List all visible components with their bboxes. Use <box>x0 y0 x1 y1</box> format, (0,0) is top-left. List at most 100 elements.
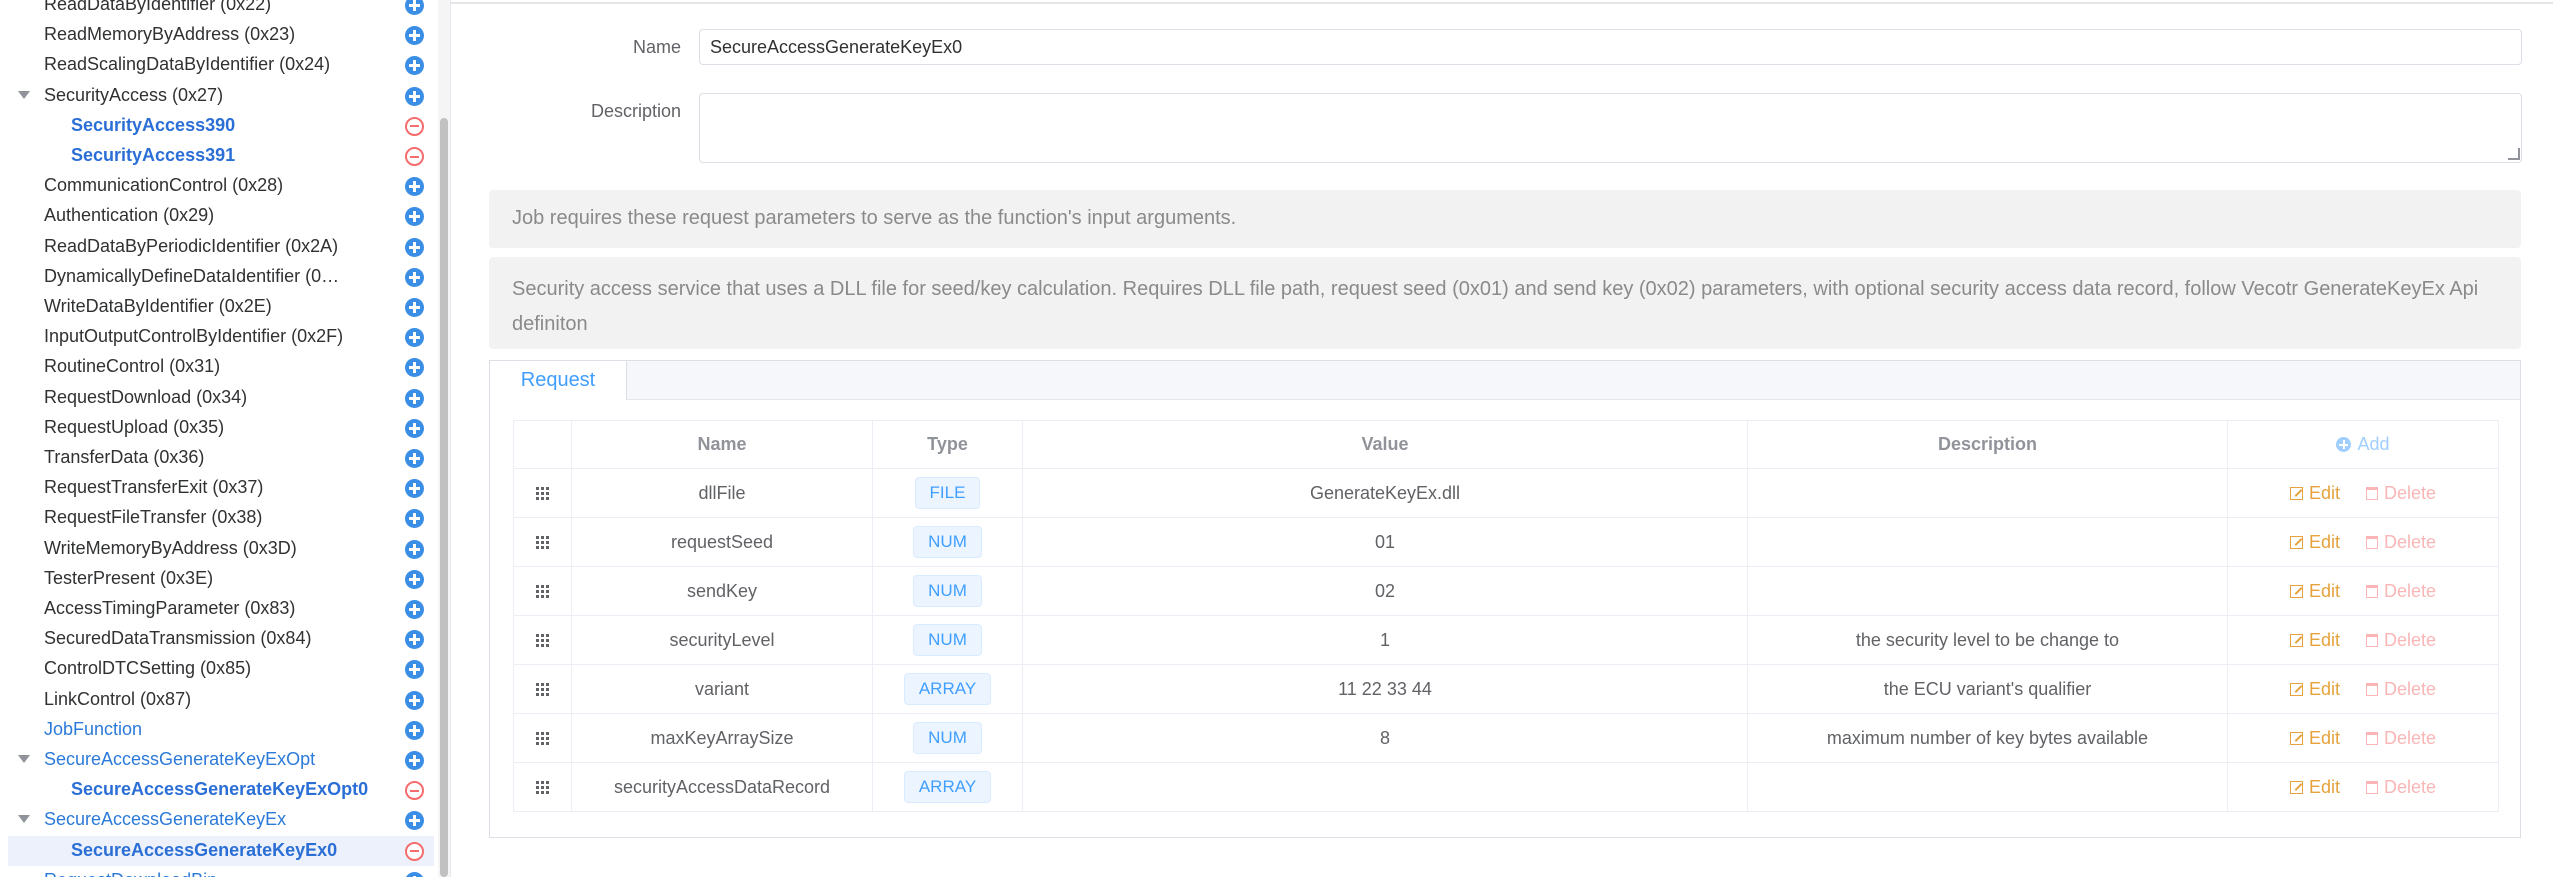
tree-item[interactable]: SecurityAccess390 <box>8 111 434 141</box>
tree-item[interactable]: JobFunction <box>8 715 434 745</box>
drag-handle-icon[interactable] <box>536 732 549 746</box>
add-circle-icon[interactable] <box>405 630 424 650</box>
drag-cell[interactable] <box>513 517 572 567</box>
tree-item[interactable]: AccessTimingParameter (0x83) <box>8 594 434 624</box>
drag-handle-icon[interactable] <box>536 781 549 795</box>
tree-item[interactable]: Authentication (0x29) <box>8 201 434 231</box>
delete-button[interactable]: Delete <box>2366 532 2436 552</box>
drag-handle-icon[interactable] <box>536 536 549 550</box>
tab-request[interactable]: Request <box>490 361 627 400</box>
tree-item[interactable]: TesterPresent (0x3E) <box>8 564 434 594</box>
drag-cell[interactable] <box>513 615 572 665</box>
add-circle-icon[interactable] <box>405 811 424 831</box>
delete-button[interactable]: Delete <box>2366 483 2436 503</box>
drag-handle-icon[interactable] <box>536 585 549 599</box>
add-circle-icon[interactable] <box>405 720 424 740</box>
tree-item[interactable]: RequestDownload (0x34) <box>8 383 434 413</box>
resize-handle-icon[interactable] <box>2508 148 2520 160</box>
add-circle-icon[interactable] <box>405 207 424 227</box>
tree-item[interactable]: SecureAccessGenerateKeyEx0 <box>8 835 434 866</box>
add-row-button[interactable]: Add <box>2336 434 2390 454</box>
tree-item[interactable]: SecureAccessGenerateKeyEx <box>8 805 434 835</box>
tree-item[interactable]: DynamicallyDefineDataIdentifier (0… <box>8 262 434 292</box>
add-circle-icon[interactable] <box>405 358 424 378</box>
add-circle-icon[interactable] <box>405 86 424 106</box>
remove-circle-icon[interactable] <box>405 781 424 801</box>
edit-button[interactable]: Edit <box>2289 483 2340 503</box>
tree-item[interactable]: ReadDataByPeriodicIdentifier (0x2A) <box>8 232 434 262</box>
delete-button[interactable]: Delete <box>2366 630 2436 650</box>
edit-button[interactable]: Edit <box>2289 532 2340 552</box>
param-value: 02 <box>1022 566 1748 616</box>
remove-circle-icon[interactable] <box>405 841 424 861</box>
remove-circle-icon[interactable] <box>405 147 424 166</box>
add-circle-icon[interactable] <box>405 660 424 680</box>
add-circle-icon[interactable] <box>405 418 424 438</box>
remove-circle-icon[interactable] <box>405 116 424 136</box>
add-circle-icon[interactable] <box>405 539 424 559</box>
param-description <box>1747 566 2228 616</box>
tree-item[interactable]: SecureAccessGenerateKeyExOpt <box>8 745 434 775</box>
tree-item[interactable]: ReadDataByIdentifier (0x22) <box>8 0 434 20</box>
add-circle-icon[interactable] <box>405 388 424 408</box>
add-circle-icon[interactable] <box>405 177 424 197</box>
tree-item[interactable]: SecuredDataTransmission (0x84) <box>8 624 434 654</box>
tree-item[interactable]: CommunicationControl (0x28) <box>8 171 434 201</box>
caret-down-icon[interactable] <box>18 90 30 99</box>
add-circle-icon[interactable] <box>405 26 424 46</box>
add-circle-icon[interactable] <box>405 690 424 710</box>
add-circle-icon[interactable] <box>405 56 424 76</box>
add-circle-icon[interactable] <box>405 509 424 529</box>
caret-down-icon[interactable] <box>18 755 30 763</box>
tree-item[interactable]: ReadScalingDataByIdentifier (0x24) <box>8 50 434 80</box>
request-panel: Request Name Type Value Description Add … <box>489 360 2521 838</box>
add-circle-icon[interactable] <box>405 0 424 15</box>
description-textarea[interactable] <box>699 93 2522 163</box>
edit-button[interactable]: Edit <box>2289 581 2340 601</box>
drag-cell[interactable] <box>513 762 572 812</box>
edit-button[interactable]: Edit <box>2289 630 2340 650</box>
add-circle-icon[interactable] <box>405 267 424 287</box>
tree-item[interactable]: WriteMemoryByAddress (0x3D) <box>8 534 434 564</box>
add-circle-icon[interactable] <box>405 569 424 589</box>
add-circle-icon[interactable] <box>405 328 424 348</box>
sidebar-scrollbar-thumb[interactable] <box>440 118 448 877</box>
tree-item[interactable]: RequestUpload (0x35) <box>8 413 434 443</box>
add-circle-icon[interactable] <box>405 600 424 619</box>
tree-item[interactable]: ControlDTCSetting (0x85) <box>8 654 434 684</box>
tree-item[interactable]: SecurityAccess (0x27) <box>8 81 434 111</box>
tree-item[interactable]: RequestDownloadBin <box>8 866 434 877</box>
tree-item[interactable]: ReadMemoryByAddress (0x23) <box>8 20 434 50</box>
name-input[interactable] <box>699 29 2522 65</box>
tree-item[interactable]: SecurityAccess391 <box>8 141 434 171</box>
delete-button[interactable]: Delete <box>2366 679 2436 699</box>
drag-cell[interactable] <box>513 468 572 518</box>
tree-item[interactable]: RequestTransferExit (0x37) <box>8 473 434 503</box>
add-circle-icon[interactable] <box>405 237 424 257</box>
drag-cell[interactable] <box>513 713 572 763</box>
add-circle-icon[interactable] <box>405 298 424 317</box>
add-circle-icon[interactable] <box>405 751 424 770</box>
edit-button[interactable]: Edit <box>2289 777 2340 797</box>
tree-item[interactable]: TransferData (0x36) <box>8 443 434 473</box>
edit-button[interactable]: Edit <box>2289 728 2340 748</box>
tree-item[interactable]: InputOutputControlByIdentifier (0x2F) <box>8 322 434 352</box>
tree-item[interactable]: SecureAccessGenerateKeyExOpt0 <box>8 775 434 805</box>
delete-button[interactable]: Delete <box>2366 777 2436 797</box>
drag-handle-icon[interactable] <box>536 683 549 697</box>
tree-item[interactable]: LinkControl (0x87) <box>8 685 434 715</box>
tree-item[interactable]: RequestFileTransfer (0x38) <box>8 503 434 533</box>
tree-item[interactable]: WriteDataByIdentifier (0x2E) <box>8 292 434 322</box>
delete-button[interactable]: Delete <box>2366 728 2436 748</box>
tree-item[interactable]: RoutineControl (0x31) <box>8 352 434 382</box>
add-circle-icon[interactable] <box>405 479 424 499</box>
drag-cell[interactable] <box>513 566 572 616</box>
drag-handle-icon[interactable] <box>536 634 549 648</box>
caret-down-icon[interactable] <box>18 815 30 824</box>
edit-button[interactable]: Edit <box>2289 679 2340 699</box>
delete-button[interactable]: Delete <box>2366 581 2436 601</box>
add-circle-icon[interactable] <box>405 871 424 877</box>
drag-cell[interactable] <box>513 664 572 714</box>
drag-handle-icon[interactable] <box>536 487 549 501</box>
add-circle-icon[interactable] <box>405 449 424 468</box>
